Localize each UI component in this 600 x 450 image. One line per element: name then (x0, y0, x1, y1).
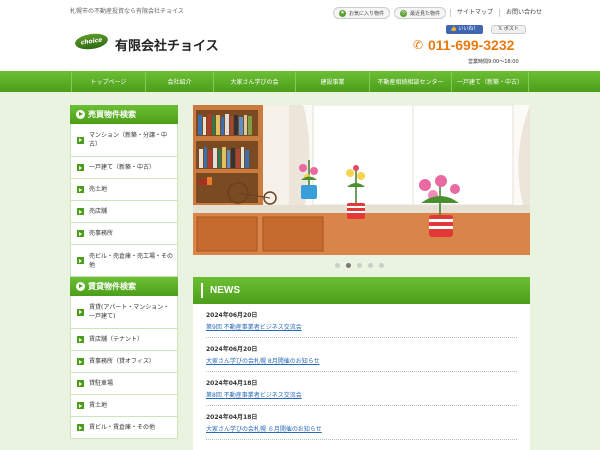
sidebar-item-office[interactable]: 売事務所 (70, 223, 178, 245)
star-icon: ★ (339, 9, 346, 17)
news-section: NEWS 2024年06月20日 第9回 不動産事業者ビジネス交流会 2024年… (193, 277, 530, 450)
sidebar-item-label: 賃貸(アパート・マンション・一戸建て) (89, 304, 170, 320)
business-hours: 営業時間9:00～18:00 (468, 59, 519, 65)
favorites-label: お気に入り物件 (349, 10, 385, 17)
news-heading: NEWS (193, 277, 530, 304)
news-date: 2024年04月18日 (206, 380, 258, 387)
phone-icon: ✆ (413, 37, 424, 52)
x-post-button[interactable]: 𝕏 ポスト (491, 25, 526, 34)
news-link[interactable]: 第9回 不動産事業者ビジネス交流会 (206, 323, 517, 332)
nav-item-company[interactable]: 会社紹介 (146, 71, 214, 92)
sale-search-heading: 売買物件検索 (70, 105, 178, 124)
arrow-circle-icon (76, 110, 85, 119)
recent-button[interactable]: ◷ 最近見た物件 (394, 7, 447, 19)
sidebar-item-rent-shop[interactable]: 賃店舗（テナント） (70, 329, 178, 351)
favorites-button[interactable]: ★ お気に入り物件 (333, 7, 391, 19)
tagline: 札幌市の不動産投資なら有限会社チョイス (70, 8, 184, 15)
x-label: ポスト (503, 26, 519, 32)
sidebar-item-shop[interactable]: 売店舗 (70, 201, 178, 223)
sale-heading-label: 売買物件検索 (88, 110, 136, 119)
slider-dots (335, 263, 390, 268)
news-heading-label: NEWS (210, 285, 240, 296)
news-item: 2024年06月20日 大家さん学びの会札幌 8月開催のお知らせ (206, 338, 517, 372)
sidebar-item-building[interactable]: 売ビル・売倉庫・売工場・その他 (70, 245, 178, 277)
arrow-icon (77, 308, 84, 316)
hero-slider-image[interactable] (193, 105, 530, 255)
logo-text: choice (80, 36, 103, 47)
nav-item-top[interactable]: トップページ (71, 71, 146, 92)
sidebar-item-mansion[interactable]: マンション（新築・分譲・中古） (70, 124, 178, 157)
arrow-circle-icon (76, 282, 85, 291)
contact-link[interactable]: お問い合わせ (499, 9, 548, 17)
news-link[interactable]: 第8回 不動産事業者ビジネス交流会 (206, 391, 517, 400)
global-nav: トップページ 会社紹介 大家さん学びの会 建設事業 不動産相続相談センター 一戸… (0, 71, 600, 92)
sidebar-item-label: 売店舗 (89, 208, 108, 215)
sidebar-item-label: 売事務所 (89, 230, 114, 237)
arrow-icon (77, 402, 84, 409)
sidebar-item-label: マンション（新築・分譲・中古） (89, 132, 168, 148)
arrow-icon (77, 257, 84, 264)
rent-heading-label: 賃貸物件検索 (88, 282, 136, 291)
phone-block[interactable]: ✆ 011-699-3232 (413, 37, 514, 53)
sidebar-item-label: 賃ビル・賃倉庫・その他 (89, 424, 156, 431)
facebook-like-button[interactable]: 👍 いいね！ (446, 25, 483, 34)
arrow-icon (77, 380, 84, 387)
x-icon: 𝕏 (498, 26, 503, 32)
sidebar-item-label: 賃店舗（テナント） (89, 336, 144, 343)
arrow-icon (77, 136, 84, 144)
slider-dot[interactable] (368, 263, 373, 268)
news-item: 2024年06月20日 第9回 不動産事業者ビジネス交流会 (206, 304, 517, 338)
arrow-icon (77, 186, 84, 193)
nav-item-house[interactable]: 一戸建て（新築・中古） (452, 71, 529, 92)
clock-icon: ◷ (400, 9, 408, 17)
social-buttons: 👍 いいね！ 𝕏 ポスト (446, 25, 526, 34)
sidebar-item-rent-office[interactable]: 賃事務所（貸オフィス） (70, 351, 178, 373)
news-item: 2024年04月18日 大家さん学びの会札幌 ６月開催のお知らせ (206, 406, 517, 440)
nav-item-construction[interactable]: 建設事業 (296, 71, 370, 92)
company-name[interactable]: 有限会社チョイス (115, 35, 219, 54)
sitemap-link[interactable]: サイトマップ (450, 9, 499, 17)
rent-search-heading: 賃貸物件検索 (70, 277, 178, 296)
news-date: 2024年06月20日 (206, 312, 258, 319)
sidebar-item-label: 貸駐車場 (89, 380, 114, 387)
thumbs-up-icon: 👍 (450, 26, 457, 32)
sidebar-item-rent-apartment[interactable]: 賃貸(アパート・マンション・一戸建て) (70, 296, 178, 329)
company-logo[interactable]: choice (74, 31, 109, 52)
slider-dot[interactable] (335, 263, 340, 268)
heading-bar (201, 283, 203, 298)
arrow-icon (77, 424, 84, 431)
news-link[interactable]: 大家さん学びの会札幌 8月開催のお知らせ (206, 357, 517, 366)
facebook-label: いいね！ (458, 26, 479, 32)
top-links: ★ お気に入り物件 ◷ 最近見た物件 サイトマップ お問い合わせ (333, 7, 548, 19)
sidebar-item-parking[interactable]: 貸駐車場 (70, 373, 178, 395)
phone-number: 011-699-3232 (428, 37, 515, 53)
sidebar-item-house[interactable]: 一戸建て（新築・中古） (70, 157, 178, 179)
arrow-icon (77, 164, 84, 171)
sidebar-item-label: 一戸建て（新築・中古） (89, 164, 156, 171)
sidebar-item-label: 売ビル・売倉庫・売工場・その他 (89, 252, 174, 269)
news-date: 2024年06月20日 (206, 346, 258, 353)
slider-dot[interactable] (357, 263, 362, 268)
sidebar-item-rent-building[interactable]: 賃ビル・賃倉庫・その他 (70, 417, 178, 439)
arrow-icon (77, 336, 84, 343)
hero-illustration (193, 105, 530, 255)
slider-dot[interactable] (379, 263, 384, 268)
sidebar-item-rent-land[interactable]: 賃土地 (70, 395, 178, 417)
sidebar-item-label: 賃土地 (89, 402, 108, 409)
nav-item-inheritance[interactable]: 不動産相続相談センター (370, 71, 452, 92)
sidebar: 売買物件検索 マンション（新築・分譲・中古） 一戸建て（新築・中古） 売土地 売… (70, 105, 178, 439)
nav-item-landlord-study[interactable]: 大家さん学びの会 (214, 71, 296, 92)
sidebar-item-land[interactable]: 売土地 (70, 179, 178, 201)
news-item: 2024年04月18日 第8回 不動産事業者ビジネス交流会 (206, 372, 517, 406)
news-link[interactable]: 大家さん学びの会札幌 ６月開催のお知らせ (206, 425, 517, 434)
sidebar-item-label: 売土地 (89, 186, 108, 193)
arrow-icon (77, 208, 84, 215)
sidebar-item-label: 賃事務所（貸オフィス） (89, 358, 155, 365)
slider-dot-active[interactable] (346, 263, 351, 268)
recent-label: 最近見た物件 (410, 10, 441, 17)
news-date: 2024年04月18日 (206, 414, 258, 421)
arrow-icon (77, 358, 84, 365)
arrow-icon (77, 230, 84, 237)
